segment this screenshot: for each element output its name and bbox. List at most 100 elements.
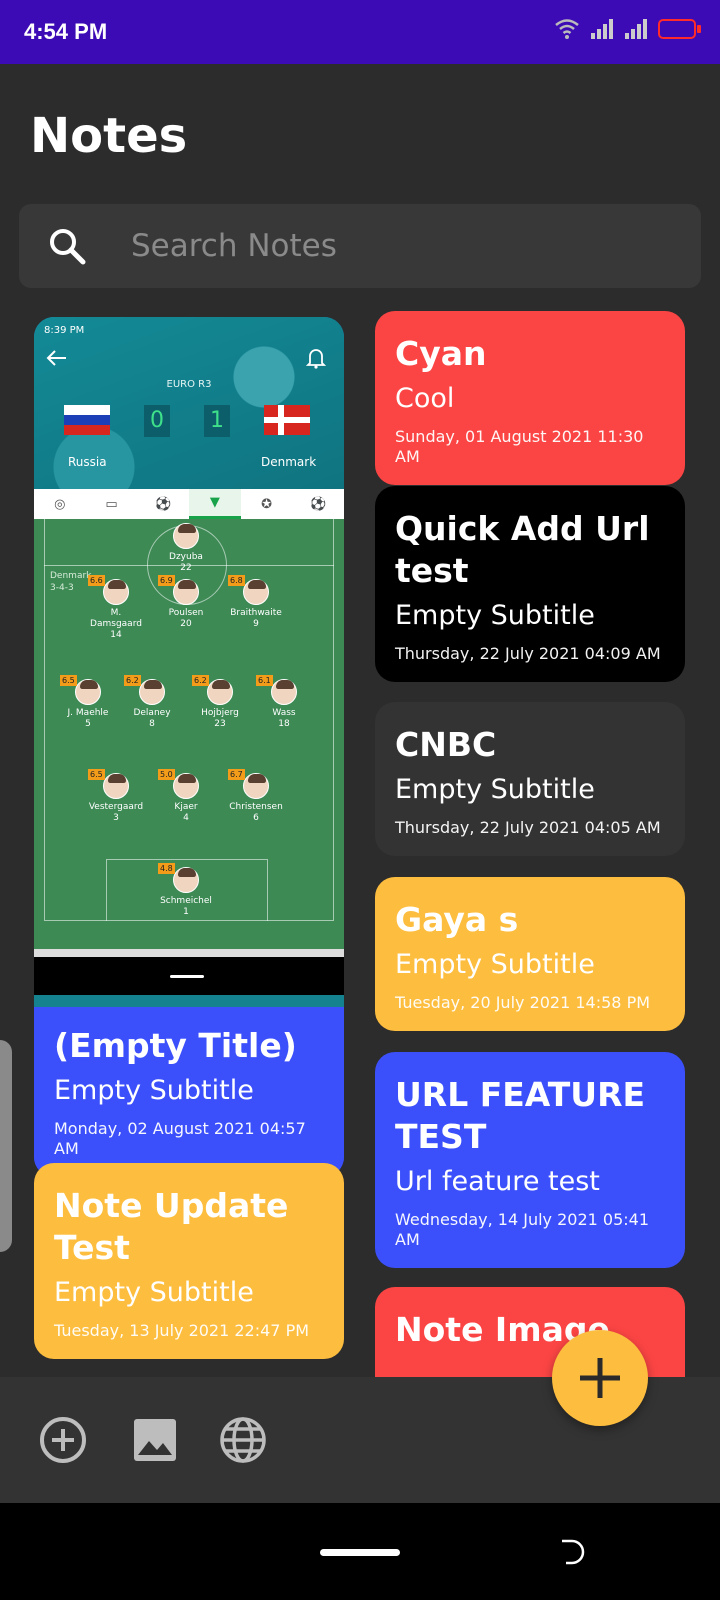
note-card[interactable]: Note Update Test Empty Subtitle Tuesday,… xyxy=(34,1163,344,1359)
player-rating: 5.0 xyxy=(158,769,175,780)
player-rating: 6.1 xyxy=(256,675,273,686)
player-name: Delaney xyxy=(133,708,171,718)
player-marker: 4.8 Schmeichel 1 xyxy=(156,863,216,918)
player-marker: Dzyuba 22 xyxy=(156,523,216,574)
ball-icon-2: ⚽ xyxy=(310,496,327,512)
home-team: Russia xyxy=(68,455,107,469)
player-avatar xyxy=(243,773,269,799)
home-pill[interactable] xyxy=(320,1549,400,1556)
note-subtitle: Empty Subtitle xyxy=(395,774,595,805)
player-avatar xyxy=(103,579,129,605)
add-circle-icon[interactable] xyxy=(38,1415,88,1465)
add-note-fab[interactable] xyxy=(552,1330,648,1426)
player-marker: 6.1 Wass 18 xyxy=(254,675,314,730)
player-number: 14 xyxy=(110,630,122,640)
player-name: Braithwaite xyxy=(230,608,282,618)
player-marker: 6.5 Vestergaard 3 xyxy=(86,769,146,824)
back-gesture-icon[interactable] xyxy=(558,1537,588,1567)
shot-status-time: 8:39 PM xyxy=(44,325,85,336)
player-number: 8 xyxy=(149,719,155,729)
player-rating: 6.5 xyxy=(88,769,105,780)
search-icon xyxy=(50,229,86,265)
note-subtitle: Cool xyxy=(395,383,455,414)
note-image: 8:39 PM EURO R3 0 1 Russia Denmark ◎ ▭ ⚽… xyxy=(34,317,344,1007)
note-date: Wednesday, 14 July 2021 05:41 AM xyxy=(395,1210,650,1249)
player-number: 22 xyxy=(180,563,192,573)
note-card[interactable]: Gaya s Empty Subtitle Tuesday, 20 July 2… xyxy=(375,877,685,1031)
player-name: Hojbjerg xyxy=(201,708,239,718)
player-avatar xyxy=(173,523,199,549)
player-rating: 4.8 xyxy=(158,863,175,874)
note-title: (Empty Title) xyxy=(54,1026,297,1065)
player-name: Schmeichel xyxy=(160,896,212,906)
player-marker: 6.2 Hojbjerg 23 xyxy=(190,675,250,730)
player-marker: 6.5 J. Maehle 5 xyxy=(58,675,118,730)
note-subtitle: Empty Subtitle xyxy=(54,1075,254,1106)
player-name: Vestergaard xyxy=(88,802,144,812)
note-subtitle: Empty Subtitle xyxy=(54,1277,254,1308)
player-marker: 6.8 Braithwaite 9 xyxy=(226,575,286,630)
player-number: 20 xyxy=(180,619,192,629)
player-number: 23 xyxy=(214,719,226,729)
headset-icon: ◎ xyxy=(54,496,66,512)
player-avatar xyxy=(173,773,199,799)
note-card[interactable]: Cyan Cool Sunday, 01 August 2021 11:30 A… xyxy=(375,311,685,485)
player-marker: 6.9 Poulsen 20 xyxy=(156,575,216,630)
player-rating: 6.2 xyxy=(192,675,209,686)
shot-bottom-strip xyxy=(34,949,344,957)
note-title: Cyan xyxy=(395,334,487,373)
player-rating: 6.7 xyxy=(228,769,245,780)
note-title: Gaya s xyxy=(395,900,519,939)
status-time: 4:54 PM xyxy=(24,19,108,44)
note-card[interactable]: URL FEATURE TEST Url feature test Wednes… xyxy=(375,1052,685,1268)
player-avatar xyxy=(243,579,269,605)
ball-icon: ⚽ xyxy=(155,496,172,512)
player-avatar xyxy=(75,679,101,705)
player-name: M. Damsgaard xyxy=(90,608,142,629)
note-date: Tuesday, 13 July 2021 22:47 PM xyxy=(54,1321,310,1340)
player-name: Dzyuba xyxy=(169,552,203,562)
notes-grid: 8:39 PM EURO R3 0 1 Russia Denmark ◎ ▭ ⚽… xyxy=(0,310,720,1377)
player-number: 5 xyxy=(85,719,91,729)
note-card[interactable]: CNBC Empty Subtitle Thursday, 22 July 20… xyxy=(375,702,685,856)
shirt-icon: ▼ xyxy=(189,489,241,519)
note-date: Tuesday, 20 July 2021 14:58 PM xyxy=(395,993,651,1012)
player-rating: 6.5 xyxy=(60,675,77,686)
player-marker: 6.2 Delaney 8 xyxy=(122,675,182,730)
home-score: 0 xyxy=(144,405,170,437)
player-number: 6 xyxy=(253,813,259,823)
note-card-image[interactable]: 8:39 PM EURO R3 0 1 Russia Denmark ◎ ▭ ⚽… xyxy=(34,317,344,1177)
signal-icon-2 xyxy=(625,19,647,39)
player-avatar xyxy=(103,773,129,799)
search-bar[interactable] xyxy=(19,204,701,288)
chat-icon: ▭ xyxy=(105,496,118,512)
globe-icon[interactable] xyxy=(218,1415,268,1465)
russia-flag xyxy=(64,405,110,435)
note-date: Monday, 02 August 2021 04:57 AM xyxy=(54,1119,306,1158)
away-team: Denmark xyxy=(261,455,317,469)
note-card[interactable]: Quick Add Url test Empty Subtitle Thursd… xyxy=(375,486,685,682)
player-avatar xyxy=(271,679,297,705)
side-panel-handle[interactable] xyxy=(0,1040,12,1252)
bell-icon xyxy=(306,349,326,369)
shot-nav-bar xyxy=(34,957,344,995)
player-number: 3 xyxy=(113,813,119,823)
player-avatar xyxy=(139,679,165,705)
note-title: URL FEATURE TEST xyxy=(395,1075,646,1156)
back-arrow-icon xyxy=(46,350,66,366)
competition-label: EURO R3 xyxy=(166,379,212,390)
player-avatar xyxy=(173,579,199,605)
player-rating: 6.2 xyxy=(124,675,141,686)
image-icon[interactable] xyxy=(130,1415,180,1465)
player-avatar xyxy=(207,679,233,705)
player-marker: 6.7 Christensen 6 xyxy=(226,769,286,824)
page-title: Notes xyxy=(30,108,188,164)
system-nav-bar xyxy=(0,1503,720,1600)
note-subtitle: Empty Subtitle xyxy=(395,949,595,980)
player-number: 1 xyxy=(183,907,189,917)
player-marker: 6.6 M. Damsgaard 14 xyxy=(86,575,146,641)
note-subtitle: Url feature test xyxy=(395,1166,600,1197)
player-marker: 5.0 Kjaer 4 xyxy=(156,769,216,824)
player-avatar xyxy=(173,867,199,893)
search-input[interactable] xyxy=(131,228,611,264)
